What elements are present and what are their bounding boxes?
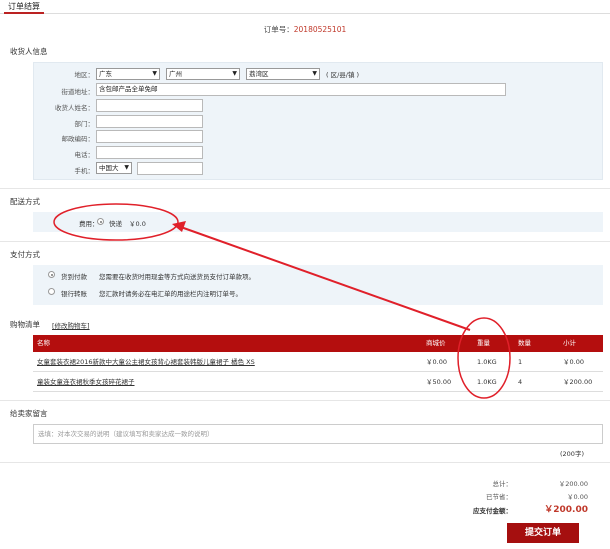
region-label: 地区： bbox=[74, 71, 95, 79]
cell-qty: 1 bbox=[518, 358, 523, 366]
tab-checkout[interactable]: 订单结算 bbox=[4, 0, 44, 14]
dept-input[interactable] bbox=[96, 115, 203, 128]
pay-value: ￥200.00 bbox=[544, 505, 588, 515]
divider bbox=[0, 241, 610, 242]
cell-weight: 1.0KG bbox=[477, 358, 497, 366]
street-input[interactable]: 含包邮产品全单免邮 bbox=[96, 83, 506, 96]
order-number: 订单号：20180525101 bbox=[0, 24, 610, 35]
dept-label: 部门： bbox=[74, 120, 95, 128]
shipping-option: 快递 bbox=[109, 220, 122, 228]
region-suffix: ( 区/县/镇 ) bbox=[326, 71, 360, 79]
edit-cart-link[interactable]: [修改购物车] bbox=[52, 320, 90, 330]
province-select[interactable]: 广东 ▼ bbox=[96, 68, 160, 80]
chevron-down-icon: ▼ bbox=[232, 70, 237, 77]
divider bbox=[0, 400, 610, 401]
payment-option-desc: 您需要在收货时用现金等方式向送货员支付订单款项。 bbox=[99, 273, 255, 281]
chevron-down-icon: ▼ bbox=[152, 70, 157, 77]
shipping-fee-label: 费用： bbox=[79, 220, 99, 228]
street-label: 街道地址： bbox=[61, 88, 95, 96]
col-subtotal: 小计 bbox=[563, 339, 576, 347]
mobile-input[interactable] bbox=[137, 162, 203, 175]
cell-qty: 4 bbox=[518, 378, 523, 386]
message-limit: (200字) bbox=[560, 450, 584, 458]
pay-label: 应支付金额： bbox=[473, 507, 512, 515]
receiver-panel: 地区： 广东 ▼ 广州 ▼ 荔湾区 ▼ ( 区/县/镇 ) 街道地址： 含包邮产品全单… bbox=[33, 62, 603, 180]
district-select[interactable]: 荔湾区 ▼ bbox=[246, 68, 320, 80]
col-weight: 重量 bbox=[477, 339, 490, 347]
receiver-title: 收货人信息 bbox=[10, 47, 48, 56]
mobile-country-select[interactable]: 中国大 ▼ bbox=[96, 162, 132, 174]
cell-subtotal: ￥0.00 bbox=[563, 358, 584, 366]
cell-price: ￥0.00 bbox=[426, 358, 447, 366]
shipping-title: 配送方式 bbox=[10, 197, 40, 206]
chevron-down-icon: ▼ bbox=[124, 164, 129, 171]
col-name: 名称 bbox=[37, 339, 50, 347]
name-input[interactable] bbox=[96, 99, 203, 112]
shipping-price: ￥0.0 bbox=[129, 220, 146, 228]
payment-option-name: 货到付款 bbox=[61, 273, 87, 281]
message-title: 给卖家留言 bbox=[10, 409, 48, 418]
divider bbox=[0, 462, 610, 463]
product-link[interactable]: 童装女童连衣裙秋季女孩碎花裙子 bbox=[37, 372, 135, 392]
cart-title: 购物清单 bbox=[10, 320, 40, 329]
cell-weight: 1.0KG bbox=[477, 378, 497, 386]
total-value: ￥200.00 bbox=[558, 480, 588, 488]
table-header: 名称 商城价 重量 数量 小计 bbox=[33, 335, 603, 352]
divider bbox=[0, 188, 610, 189]
mobile-label: 手机： bbox=[74, 167, 95, 175]
city-select[interactable]: 广州 ▼ bbox=[166, 68, 240, 80]
shipping-panel: 费用： 快递 ￥0.0 bbox=[33, 212, 603, 232]
zip-input[interactable] bbox=[96, 130, 203, 143]
col-qty: 数量 bbox=[518, 339, 531, 347]
submit-order-button[interactable]: 提交订单 bbox=[507, 523, 579, 543]
chevron-down-icon: ▼ bbox=[312, 70, 317, 77]
payment-option-desc: 您汇款时请务必在电汇单的用途栏内注明订单号。 bbox=[99, 290, 242, 298]
phone-input[interactable] bbox=[96, 146, 203, 159]
order-number-label: 订单号： bbox=[263, 25, 294, 34]
order-number-value: 20180525101 bbox=[293, 25, 347, 34]
product-link[interactable]: 女童套装衣裙2016新款中大童公主裙女孩背心裙套装韩版儿童裙子 橘色 XS bbox=[37, 352, 255, 372]
table-row: 童装女童连衣裙秋季女孩碎花裙子 ￥50.00 1.0KG 4 ￥200.00 bbox=[33, 372, 603, 392]
phone-label: 电话： bbox=[74, 151, 95, 159]
payment-option-name: 银行转账 bbox=[61, 290, 87, 298]
radio-icon[interactable] bbox=[48, 288, 55, 295]
name-label: 收货人姓名： bbox=[55, 104, 94, 112]
saved-value: ￥0.00 bbox=[567, 493, 588, 501]
cell-subtotal: ￥200.00 bbox=[563, 378, 593, 386]
zip-label: 邮政编码： bbox=[61, 135, 95, 143]
table-row: 女童套装衣裙2016新款中大童公主裙女孩背心裙套装韩版儿童裙子 橘色 XS ￥0… bbox=[33, 352, 603, 372]
payment-panel: 货到付款 您需要在收货时用现金等方式向送货员支付订单款项。 银行转账 您汇款时请… bbox=[33, 265, 603, 305]
radio-icon[interactable] bbox=[48, 271, 55, 278]
payment-title: 支付方式 bbox=[10, 250, 40, 259]
total-label: 总计： bbox=[492, 480, 513, 488]
tab-bar bbox=[0, 0, 610, 14]
radio-icon[interactable] bbox=[97, 218, 104, 225]
cart-table: 名称 商城价 重量 数量 小计 女童套装衣裙2016新款中大童公主裙女孩背心裙套… bbox=[33, 335, 603, 392]
saved-label: 已节省： bbox=[486, 493, 512, 501]
message-input[interactable]: 选填：对本次交易的说明（建议填写和卖家达成一致的说明） bbox=[33, 424, 603, 444]
col-price: 商城价 bbox=[426, 339, 446, 347]
cell-price: ￥50.00 bbox=[426, 378, 452, 386]
